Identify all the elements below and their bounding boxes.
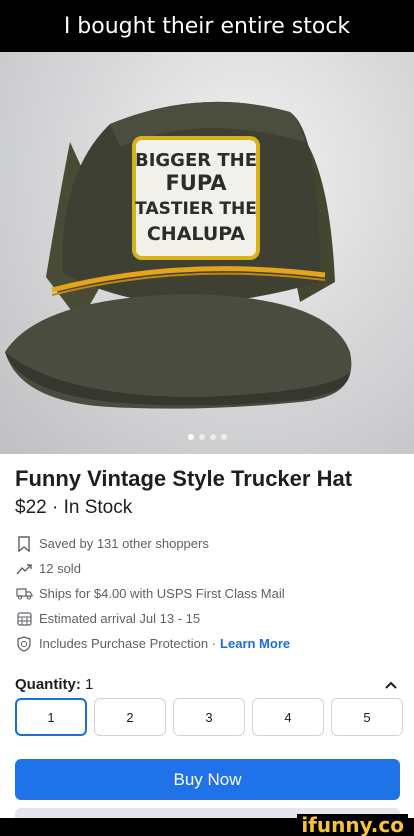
quantity-row[interactable]: Quantity: 1 xyxy=(15,676,399,693)
quantity-value: 1 xyxy=(85,676,94,693)
calendar-icon xyxy=(15,610,33,628)
listing-title: Funny Vintage Style Trucker Hat xyxy=(15,466,353,491)
product-photo[interactable]: BIGGER THE FUPA TASTIER THE CHALUPA xyxy=(0,52,414,454)
info-list: Saved by 131 other shoppers 12 sold Ship… xyxy=(15,531,399,656)
info-arrival: Estimated arrival Jul 13 - 15 xyxy=(15,606,399,631)
price-stock: $22 · In Stock xyxy=(15,497,133,518)
info-sold: 12 sold xyxy=(15,556,399,581)
carousel-dot[interactable] xyxy=(209,434,216,440)
quantity-option-4[interactable]: 4 xyxy=(252,698,324,736)
info-protection: Includes Purchase Protection · Learn Mor… xyxy=(15,631,399,656)
ifunny-watermark: ifunny.co xyxy=(297,814,408,836)
carousel-dot[interactable] xyxy=(220,434,227,440)
quantity-option-5[interactable]: 5 xyxy=(331,698,403,736)
carousel-dots[interactable] xyxy=(0,434,414,440)
bookmark-icon[interactable] xyxy=(15,535,33,553)
quantity-options: 1 2 3 4 5 xyxy=(15,698,403,736)
truck-icon xyxy=(15,585,33,603)
carousel-dot[interactable] xyxy=(187,434,194,440)
info-protection-text: Includes Purchase Protection · xyxy=(39,636,217,651)
hat-image: BIGGER THE FUPA TASTIER THE CHALUPA xyxy=(5,101,352,409)
info-shipping: Ships for $4.00 with USPS First Class Ma… xyxy=(15,581,399,606)
carousel-dot[interactable] xyxy=(198,434,205,440)
chevron-up-icon[interactable] xyxy=(383,677,399,693)
quantity-option-3[interactable]: 3 xyxy=(173,698,245,736)
screenshot: I bought their entire stock BIGGER THE F… xyxy=(0,0,414,836)
listing-details: Funny Vintage Style Trucker Hat $22 · In… xyxy=(0,454,414,820)
buy-now-button[interactable]: Buy Now xyxy=(15,759,400,800)
patch-line-4: CHALUPA xyxy=(147,223,246,245)
info-arrival-text: Estimated arrival Jul 13 - 15 xyxy=(39,611,201,626)
shield-icon xyxy=(15,635,33,653)
learn-more-link[interactable]: Learn More xyxy=(220,636,290,651)
info-saved-text: Saved by 131 other shoppers xyxy=(39,536,209,551)
patch-line-1: BIGGER THE xyxy=(135,150,257,171)
info-sold-text: 12 sold xyxy=(39,561,81,576)
quantity-label: Quantity: xyxy=(15,676,81,693)
quantity-option-2[interactable]: 2 xyxy=(94,698,166,736)
patch-line-3: TASTIER THE xyxy=(135,199,257,219)
info-shipping-text: Ships for $4.00 with USPS First Class Ma… xyxy=(39,586,285,601)
info-saved: Saved by 131 other shoppers xyxy=(15,531,399,556)
meme-caption: I bought their entire stock xyxy=(0,0,414,52)
patch-line-2: FUPA xyxy=(165,171,227,195)
quantity-option-1[interactable]: 1 xyxy=(15,698,87,736)
trending-icon xyxy=(15,560,33,578)
